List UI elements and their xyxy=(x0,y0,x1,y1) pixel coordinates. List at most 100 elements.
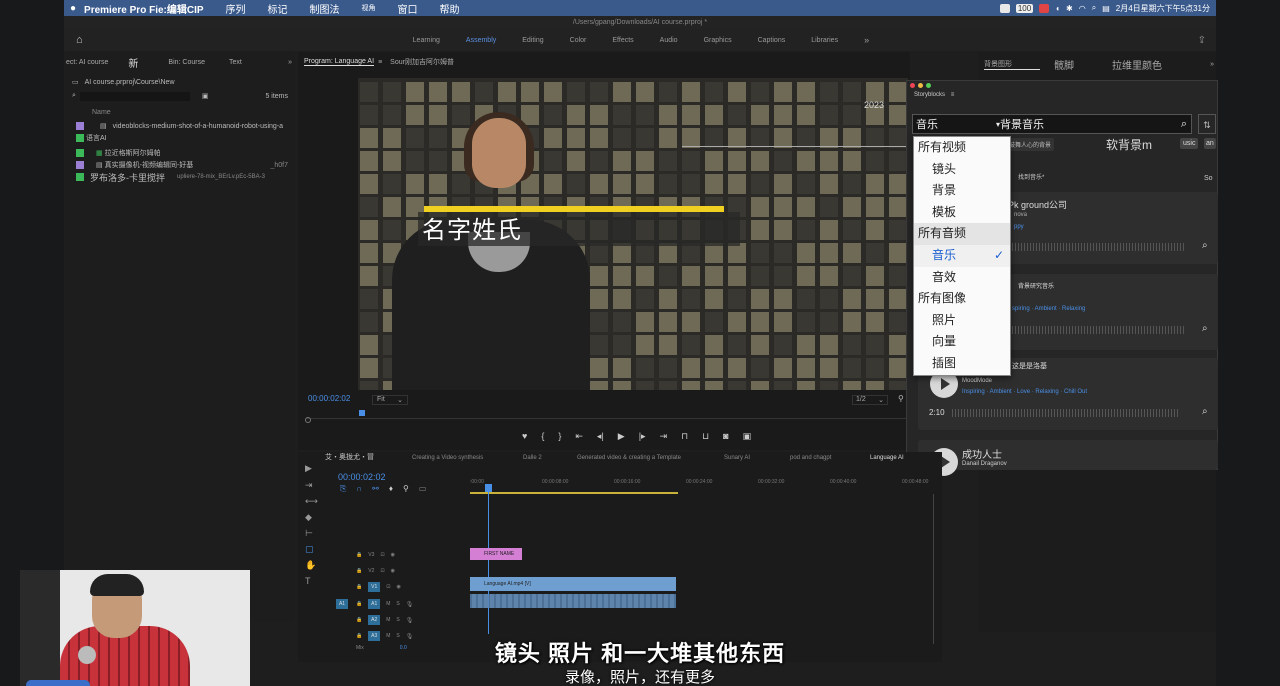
playhead-handle[interactable] xyxy=(485,484,492,492)
tab-program[interactable]: Program: Language AI xyxy=(304,58,375,66)
fit-dropdown[interactable]: Fit ⌄ xyxy=(372,395,408,405)
project-search-input[interactable] xyxy=(79,91,190,101)
solo-button[interactable]: S xyxy=(396,617,399,623)
camera-icon[interactable]: ◙ xyxy=(723,431,728,442)
sync-lock-icon[interactable]: ⊡ xyxy=(386,584,390,590)
search-icon[interactable]: ⌕ xyxy=(1181,118,1187,131)
dropdown-item[interactable]: 向量 xyxy=(914,331,1010,353)
panel-more-icon[interactable]: » xyxy=(288,59,292,66)
video-clip[interactable]: Language AI.mp4 [V] xyxy=(470,577,676,591)
video-track-header[interactable]: 🔒 V1 ⊡ ◉ xyxy=(330,580,401,594)
tab-audio[interactable]: Audio xyxy=(660,37,678,44)
chip-more[interactable]: an xyxy=(1204,138,1216,149)
chip-inspiring[interactable]: 鼓舞人心的背景 xyxy=(1006,138,1055,151)
tab-color[interactable]: Color xyxy=(570,37,587,44)
video-track-header[interactable]: 🔒 V2 ⊡ ◉ xyxy=(330,564,395,578)
lock-icon[interactable]: 🔒 xyxy=(356,552,362,558)
waveform[interactable] xyxy=(1012,326,1184,334)
track-label[interactable]: A1 xyxy=(368,599,381,609)
track-title[interactable]: Pk ground公司 xyxy=(1008,198,1067,211)
menu-view[interactable]: 视角 xyxy=(362,3,376,13)
list-item[interactable]: 罗布洛多-卡里搅拌 xyxy=(90,171,165,184)
track-label[interactable]: V3 xyxy=(368,552,374,558)
menu-sequence[interactable]: 序列 xyxy=(226,1,246,16)
work-area-bar[interactable] xyxy=(470,492,678,494)
microphone-icon[interactable]: 🎙 xyxy=(406,617,414,624)
tab-new[interactable]: 新 xyxy=(128,55,138,70)
marker-icon[interactable]: ♦ xyxy=(389,484,393,494)
dropdown-item[interactable]: 音效 xyxy=(914,267,1010,289)
nest-icon[interactable]: ⎘ xyxy=(340,484,346,494)
microphone-icon[interactable]: 🎙 xyxy=(406,601,414,608)
find-similar-icon[interactable]: ⌕ xyxy=(1202,240,1208,251)
apple-icon[interactable]: ● xyxy=(70,3,76,14)
waveform[interactable] xyxy=(952,409,1178,417)
category-select[interactable]: 音乐 xyxy=(916,116,996,132)
tab-eg-second[interactable]: 髋脚 xyxy=(1054,57,1074,72)
program-timecode[interactable]: 00:00:02:02 xyxy=(308,394,350,403)
waveform[interactable] xyxy=(1012,243,1184,251)
scrub-start-handle[interactable] xyxy=(305,417,311,423)
clock[interactable]: 2月4日星期六下午5点31分 xyxy=(1116,3,1210,14)
lock-icon[interactable]: 🔒 xyxy=(356,568,362,574)
dropdown-item[interactable]: 模板 xyxy=(914,202,1010,224)
tab-libraries[interactable]: Libraries xyxy=(811,37,838,44)
timeline-scrollbar[interactable] xyxy=(933,494,937,644)
tab-eg-graphics[interactable]: 背景图形 xyxy=(984,59,1040,70)
mute-button[interactable]: M xyxy=(386,601,390,607)
tab-project[interactable]: ect: AI course xyxy=(66,59,108,66)
sync-lock-icon[interactable]: ⊡ xyxy=(380,552,384,558)
storyblocks-search-bar[interactable]: 音乐 ▾ 背景音乐 ⌕ xyxy=(912,114,1192,134)
control-center-icon[interactable]: ▤ xyxy=(1102,4,1110,13)
scrub-bar[interactable] xyxy=(306,418,906,419)
mute-button[interactable]: M xyxy=(386,617,390,623)
sync-lock-icon[interactable]: ⊡ xyxy=(380,568,384,574)
lower-third-title[interactable]: 名字姓氏 xyxy=(418,212,740,246)
mark-in-icon[interactable]: { xyxy=(541,431,544,442)
menu-graphics[interactable]: 制图法 xyxy=(310,1,340,16)
dropdown-item[interactable]: 照片 xyxy=(914,310,1010,332)
dropdown-item[interactable]: 插图 xyxy=(914,353,1010,375)
razor-tool-icon[interactable]: ◆ xyxy=(305,512,315,522)
captions-icon[interactable]: ▭ xyxy=(419,484,427,494)
timeline-sequence-tab[interactable]: Creating a Video synthesis xyxy=(412,455,483,461)
dropdown-item[interactable]: 镜头 xyxy=(914,159,1010,181)
headphones-icon[interactable]: ◖ xyxy=(1055,4,1060,13)
bluetooth-icon[interactable]: ✱ xyxy=(1066,4,1073,13)
track-artist[interactable]: MoodMode xyxy=(962,378,992,384)
source-track-a1[interactable]: A1 xyxy=(336,599,348,609)
slip-tool-icon[interactable]: ⊢ xyxy=(305,528,315,538)
lock-icon[interactable]: 🔒 xyxy=(356,584,362,590)
home-icon[interactable]: ⌂ xyxy=(76,34,83,46)
track-title[interactable]: 背景研究音乐 xyxy=(1018,281,1054,290)
dropdown-item[interactable]: 背景 xyxy=(914,180,1010,202)
step-back-icon[interactable]: ◂| xyxy=(597,431,604,442)
dropdown-item[interactable]: 所有图像 xyxy=(914,288,1010,310)
timeline-timecode[interactable]: 00:00:02:02 xyxy=(338,472,386,482)
search-icon[interactable]: ⌕ xyxy=(72,92,76,100)
add-marker-icon[interactable]: ♥ xyxy=(522,431,527,442)
tab-captions[interactable]: Captions xyxy=(758,37,786,44)
sequence-tab[interactable]: 艾・奥拢尤・冒 xyxy=(325,452,374,462)
list-item[interactable]: 真实摄像机-视频编辑同-好基 xyxy=(105,160,194,170)
tab-assembly[interactable]: Assembly xyxy=(466,37,496,44)
menu-icon[interactable]: ≡ xyxy=(951,92,955,98)
status-icon[interactable] xyxy=(999,3,1010,13)
list-item[interactable]: videoblocks-medium-shot-of-a-humanoid-ro… xyxy=(113,123,283,130)
maximize-icon[interactable] xyxy=(926,83,931,88)
search-icon[interactable]: ⌕ xyxy=(1092,3,1096,13)
eye-icon[interactable]: ◉ xyxy=(391,568,395,574)
more-workspaces-icon[interactable]: » xyxy=(864,35,869,45)
tab-effects[interactable]: Effects xyxy=(612,37,633,44)
timeline-sequence-tab[interactable]: Language AI xyxy=(870,455,904,461)
minimize-icon[interactable] xyxy=(918,83,923,88)
filter-button[interactable]: ⇅ xyxy=(1198,114,1216,134)
wifi-icon[interactable]: ◠ xyxy=(1079,4,1086,13)
extract-icon[interactable]: ⊔ xyxy=(702,431,709,442)
list-item[interactable]: 语言AI xyxy=(86,133,107,143)
find-similar-icon[interactable]: ⌕ xyxy=(1202,323,1208,334)
lift-icon[interactable]: ⊓ xyxy=(681,431,688,442)
menu-icon[interactable]: ≡ xyxy=(378,59,382,66)
eye-icon[interactable]: ◉ xyxy=(391,552,395,558)
solo-button[interactable]: S xyxy=(396,601,399,607)
